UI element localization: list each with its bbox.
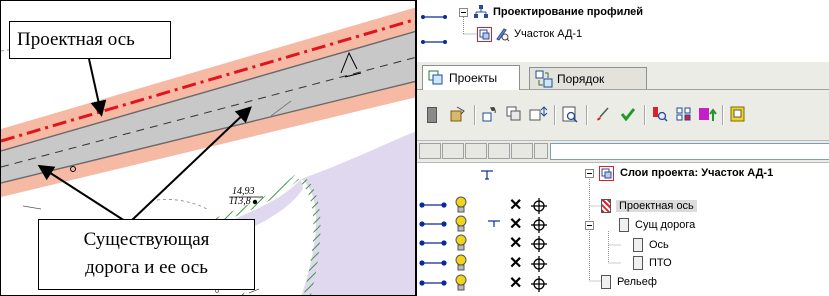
delete-layer-icon[interactable]: ✕: [509, 217, 522, 233]
layer-controls-row: ✕: [417, 196, 577, 216]
project-tree-child[interactable]: Участок АД-1: [477, 26, 582, 42]
lightbulb-icon[interactable]: [455, 274, 467, 292]
tab-order-label: Порядок: [557, 71, 605, 86]
layer-icon: [633, 238, 643, 252]
project-layers-icon: [599, 165, 614, 181]
callout-line-2: дорога и ее ось: [85, 257, 208, 278]
select-object-icon: [651, 105, 669, 126]
tab-projects[interactable]: Проекты: [422, 65, 520, 90]
layer-icon: [601, 275, 611, 289]
map-view[interactable]: Проектная ось Существующая дорога и ее о…: [0, 0, 416, 296]
open-folder-icon: [449, 105, 467, 126]
layer-item-label: Ось: [649, 239, 669, 251]
callout-line-1: Существующая: [83, 229, 210, 250]
open-folder-button[interactable]: [447, 104, 469, 126]
existing-road-callout: Существующая дорога и ее ось: [38, 219, 255, 290]
crosshair-icon[interactable]: [531, 236, 547, 255]
profile-section-icon: [477, 26, 492, 42]
layer-controls-row: ✕: [417, 254, 577, 274]
layer-icon: [427, 107, 437, 123]
color-layer-icon: [698, 105, 718, 126]
lightbulb-icon[interactable]: [455, 254, 467, 272]
move-layer-icon: [528, 105, 548, 126]
layer-controls-row: ✕: [417, 234, 577, 254]
copy-attributes-icon: [481, 105, 499, 126]
grid-button[interactable]: [673, 104, 695, 126]
delete-layer-icon[interactable]: ✕: [509, 236, 522, 252]
grid-icon: [675, 105, 693, 126]
projects-icon: [428, 70, 444, 86]
layer-controls-row: ✕: [417, 215, 577, 235]
filter-cell-6[interactable]: [534, 143, 548, 159]
layers-root[interactable]: Слои проекта: Участок АД-1: [585, 164, 773, 182]
hatched-layer-icon: [601, 199, 611, 213]
project-tree-root[interactable]: Проектирование профилей: [474, 4, 643, 20]
delete-layer-icon[interactable]: ✕: [509, 198, 522, 214]
filter-cell-3[interactable]: [465, 143, 487, 159]
layer-group-icon: [619, 218, 629, 232]
select-object-button[interactable]: [649, 104, 671, 126]
inspect-icon: [561, 105, 579, 126]
layer-item-label: Проектная ось: [616, 200, 697, 212]
column-filter-row: [417, 140, 829, 163]
brush-icon: [594, 105, 612, 126]
accept-button[interactable]: [617, 104, 639, 126]
layer-item-existing-road[interactable]: Сущ дорога: [601, 216, 695, 234]
checkmark-icon: [619, 105, 637, 126]
order-icon: [535, 70, 553, 88]
layer-item-pto[interactable]: ПТО: [621, 254, 672, 272]
move-layer-button[interactable]: [527, 104, 549, 126]
project-manager-panel: Проектирование профилей Участок АД-1 Про…: [416, 0, 829, 296]
layer-controls-row: ✕: [417, 274, 577, 294]
brush-button[interactable]: [592, 104, 614, 126]
filter-cell-4[interactable]: [488, 143, 510, 159]
design-axis-callout: Проектная ось: [9, 21, 171, 59]
layers-root-label: Слои проекта: Участок АД-1: [620, 167, 774, 179]
pencil-search-icon: [494, 27, 510, 42]
elevation-value-bottom: 113,8: [229, 196, 251, 207]
layers-tree: ✕ ✕ ✕ ✕ ✕ Слои проекта: Участок АД-1 Про…: [417, 163, 829, 296]
duplicate-icon: [505, 105, 523, 126]
layer-item-design-axis[interactable]: Проектная ось: [601, 197, 697, 215]
toolbar: [417, 90, 829, 140]
crosshair-icon[interactable]: [531, 276, 547, 295]
layer-item-label: Сущ дорога: [635, 219, 696, 231]
copy-attributes-button[interactable]: [479, 104, 501, 126]
delete-layer-icon[interactable]: ✕: [509, 276, 522, 292]
crosshair-icon[interactable]: [531, 256, 547, 275]
duplicate-button[interactable]: [503, 104, 525, 126]
lightbulb-icon[interactable]: [455, 234, 467, 252]
project-tree-child-label: Участок АД-1: [514, 28, 583, 40]
layer-item-label: Рельеф: [617, 276, 657, 288]
filter-cell-5[interactable]: [511, 143, 533, 159]
lightbulb-icon[interactable]: [455, 196, 467, 214]
project-tree-root-label: Проектирование профилей: [493, 6, 644, 18]
layer-item-label: ПТО: [649, 257, 672, 269]
lightbulb-icon[interactable]: [455, 215, 467, 233]
curb-hatch-right: [298, 176, 321, 295]
hierarchy-icon: [474, 5, 488, 19]
tab-order[interactable]: Порядок: [529, 67, 647, 89]
color-layer-button[interactable]: [697, 104, 719, 126]
tab-projects-label: Проекты: [449, 71, 498, 85]
filter-cell-1[interactable]: [419, 143, 441, 159]
delete-layer-icon[interactable]: ✕: [509, 256, 522, 272]
filter-cell-2[interactable]: [442, 143, 464, 159]
layer-button[interactable]: [421, 104, 443, 126]
inspect-button[interactable]: [559, 104, 581, 126]
layer-item-axis[interactable]: Ось: [621, 236, 669, 254]
properties-icon: [729, 105, 747, 126]
layer-item-relief[interactable]: Рельеф: [601, 273, 657, 291]
layer-icon: [633, 256, 643, 270]
properties-button[interactable]: [727, 104, 749, 126]
tabs-bar: Проекты Порядок: [417, 62, 829, 90]
filter-input[interactable]: [550, 143, 829, 160]
